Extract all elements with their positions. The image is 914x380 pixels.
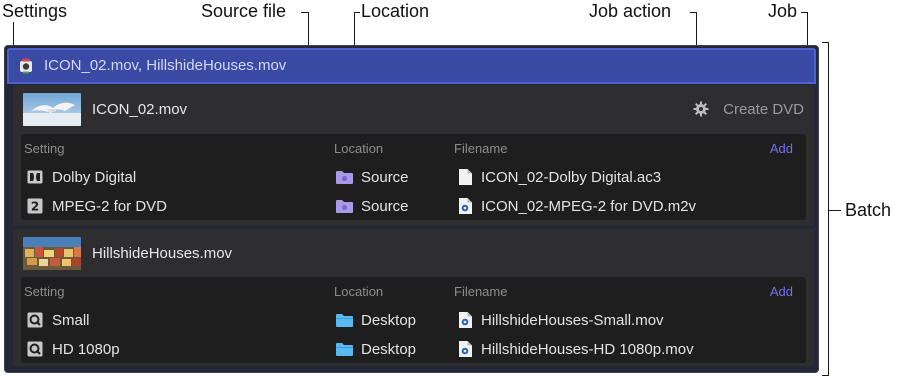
bracket-batch-bottom	[822, 375, 829, 376]
callout-job-action: Job action	[589, 1, 672, 21]
column-header-setting: Setting	[24, 141, 65, 156]
number-2-icon: 2	[27, 198, 43, 214]
leader-source-file-tick	[301, 12, 309, 13]
job-source-file: ICON_02.mov	[92, 101, 188, 118]
houses-thumbnail	[23, 237, 81, 270]
column-header-setting: Setting	[24, 284, 65, 299]
settings-panel-job1: Setting Location Filename Add Dolby Digi…	[21, 134, 806, 220]
create-dvd-action[interactable]: Create DVD	[723, 101, 804, 118]
column-header-filename: Filename	[454, 141, 508, 156]
purple-folder-icon	[336, 171, 353, 184]
location-name: Desktop	[361, 312, 417, 329]
quicktime-icon	[27, 312, 43, 328]
callout-job: Job	[768, 1, 798, 21]
location-name: Source	[361, 198, 409, 215]
output-filename: ICON_02-Dolby Digital.ac3	[481, 169, 662, 186]
settings-panel-job2: Setting Location Filename Add Small Desk…	[21, 277, 806, 363]
column-header-location: Location	[334, 141, 384, 156]
callout-batch: Batch	[845, 200, 892, 220]
add-setting-button[interactable]: Add	[770, 284, 793, 299]
video-file-icon	[459, 341, 472, 357]
document-icon	[459, 169, 472, 185]
location-name: Desktop	[361, 341, 417, 358]
leader-job-action-tick	[690, 12, 697, 13]
blue-folder-icon	[336, 314, 353, 327]
bracket-batch-arm	[829, 210, 841, 211]
callout-source-file: Source file	[201, 1, 287, 21]
batch-window[interactable]: ICON_02.mov, HillshideHouses.mov ICON_02…	[4, 45, 819, 373]
quicktime-icon	[27, 341, 43, 357]
bracket-batch-top	[822, 42, 829, 43]
output-filename: HillshideHouses-HD 1080p.mov	[481, 341, 694, 358]
blue-folder-icon	[336, 343, 353, 356]
job-icon02[interactable]: ICON_02.mov Create DVD Setting Location …	[13, 85, 814, 226]
job-hillshide-houses[interactable]: HillshideHouses.mov Setting Location Fil…	[13, 229, 814, 366]
leader-location-tick	[354, 12, 360, 13]
output-filename: ICON_02-MPEG-2 for DVD.m2v	[481, 198, 697, 215]
dolby-icon	[27, 170, 43, 184]
callout-settings: Settings	[2, 1, 68, 21]
batch-header[interactable]: ICON_02.mov, HillshideHouses.mov	[7, 48, 816, 84]
setting-name: Small	[52, 312, 90, 329]
column-header-location: Location	[334, 284, 384, 299]
output-filename: HillshideHouses-Small.mov	[481, 312, 664, 329]
add-setting-button[interactable]: Add	[770, 141, 793, 156]
setting-name: MPEG-2 for DVD	[52, 198, 168, 215]
setting-name: HD 1080p	[52, 341, 120, 358]
video-file-icon	[459, 312, 472, 328]
svg-text:2: 2	[31, 200, 39, 214]
gear-icon[interactable]	[693, 101, 709, 117]
callout-location: Location	[361, 1, 430, 21]
compressor-app-icon	[20, 58, 32, 74]
seagull-thumbnail	[23, 93, 81, 126]
setting-name: Dolby Digital	[52, 169, 137, 186]
column-header-filename: Filename	[454, 284, 508, 299]
video-file-icon	[459, 198, 472, 214]
leader-job-tick	[801, 12, 808, 13]
purple-folder-icon	[336, 200, 353, 213]
job-source-file: HillshideHouses.mov	[92, 245, 233, 262]
batch-title: ICON_02.mov, HillshideHouses.mov	[44, 57, 287, 74]
bracket-batch	[828, 42, 829, 376]
location-name: Source	[361, 169, 409, 186]
